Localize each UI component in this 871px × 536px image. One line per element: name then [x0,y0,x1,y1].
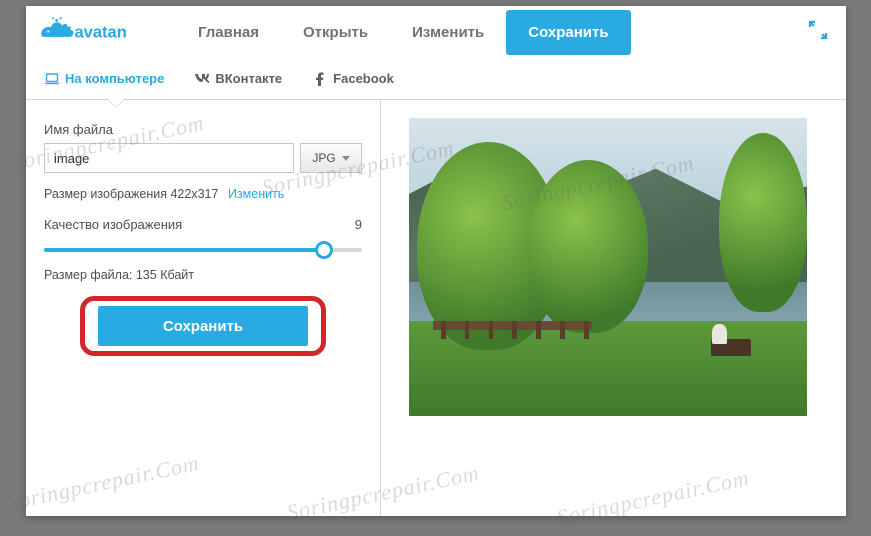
nav-save[interactable]: Сохранить [506,10,630,55]
format-select[interactable]: JPG [300,143,362,173]
tab-facebook[interactable]: Facebook [304,65,402,92]
save-destination-tabs: На компьютере ВКонтакте Facebook [26,58,846,100]
svg-text:avatan: avatan [75,24,127,42]
chevron-down-icon [342,156,350,161]
format-value: JPG [312,151,335,165]
filesize-value: 135 Кбайт [136,268,194,282]
tab-vk[interactable]: ВКонтакте [186,65,290,92]
tab-vk-label: ВКонтакте [215,71,282,86]
nav-open[interactable]: Открыть [281,10,390,55]
save-button-wrap: Сохранить [44,306,362,346]
vk-icon [194,72,210,86]
laptop-icon [44,72,60,86]
preview-image [409,118,807,416]
slider-thumb[interactable] [315,241,333,259]
tab-facebook-label: Facebook [333,71,394,86]
main-nav: Главная Открыть Изменить Сохранить [176,10,808,55]
slider-fill [44,248,324,252]
whale-logo-icon: avatan [36,12,146,52]
facebook-icon [312,72,328,86]
change-dimensions-link[interactable]: Изменить [228,187,284,201]
dimensions-label: Размер изображения [44,187,167,201]
filename-label: Имя файла [44,122,362,137]
save-button[interactable]: Сохранить [98,306,308,346]
quality-label: Качество изображения [44,217,182,232]
dimensions-row: Размер изображения 422x317 Изменить [44,187,362,201]
content-area: Имя файла JPG Размер изображения 422x317… [26,100,846,516]
filesize-row: Размер файла: 135 Кбайт [44,268,362,282]
brand-logo[interactable]: avatan [36,12,146,52]
filename-input[interactable] [44,143,294,173]
preview-area [381,100,846,516]
app-frame: avatan Главная Открыть Изменить Сохранит… [26,6,846,516]
tab-computer-label: На компьютере [65,71,164,86]
quality-slider[interactable] [44,240,362,260]
filename-row: JPG [44,143,362,173]
nav-edit[interactable]: Изменить [390,10,506,55]
quality-value: 9 [355,217,362,232]
tab-computer[interactable]: На компьютере [36,65,172,92]
save-settings-panel: Имя файла JPG Размер изображения 422x317… [26,100,381,516]
dimensions-value: 422x317 [170,187,218,201]
fullscreen-icon[interactable] [808,20,828,45]
filesize-label: Размер файла: [44,268,132,282]
quality-row: Качество изображения 9 [44,217,362,232]
nav-home[interactable]: Главная [176,10,281,55]
active-tab-pointer [106,98,126,108]
topbar: avatan Главная Открыть Изменить Сохранит… [26,6,846,58]
